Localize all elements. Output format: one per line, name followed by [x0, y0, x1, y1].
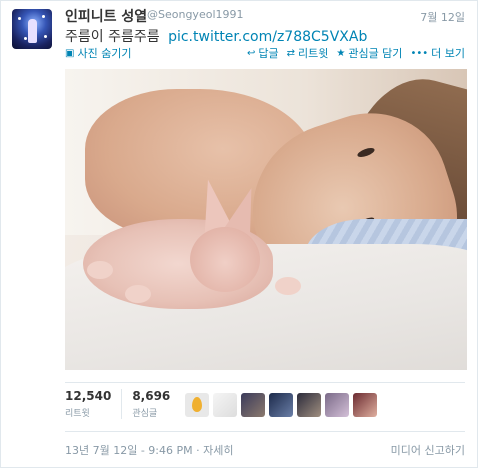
tweet-actions: ▣ 사진 숨기기 ↩ 답글 ⇄ 리트윗 ★ 관심글 담기 ••• 더 보기 — [65, 45, 465, 61]
favoriter-avatars — [185, 393, 377, 417]
avatar[interactable] — [269, 393, 293, 417]
avatar[interactable] — [185, 393, 209, 417]
timestamp[interactable]: 13년 7월 12일 - 9:46 PM — [65, 444, 193, 457]
tweet-body: 주름이 주름주름 — [65, 29, 160, 45]
avatar[interactable] — [353, 393, 377, 417]
avatar[interactable] — [12, 9, 52, 49]
divider — [65, 382, 465, 383]
star-icon: ★ — [336, 47, 346, 59]
display-name[interactable]: 인피니트 성열 — [65, 6, 147, 26]
more-button[interactable]: ••• 더 보기 — [410, 45, 465, 61]
retweet-icon: ⇄ — [286, 47, 295, 59]
photo-icon: ▣ — [65, 47, 75, 59]
details-link[interactable]: 자세히 — [203, 444, 233, 457]
meta-separator: · — [196, 444, 200, 457]
more-dots-icon: ••• — [410, 47, 429, 59]
retweets-count: 12,540 — [65, 389, 112, 403]
divider — [65, 431, 465, 432]
tweet-photo[interactable] — [65, 69, 467, 370]
favorites-count: 8,696 — [132, 389, 171, 403]
more-label: 더 보기 — [431, 47, 465, 60]
tweet-meta: 13년 7월 12일 - 9:46 PM · 자세히 — [65, 442, 234, 458]
tweet-card: 인피니트 성열 @Seongyeol1991 7월 12일 주름이 주름주름 p… — [0, 0, 478, 468]
avatar[interactable] — [325, 393, 349, 417]
avatar[interactable] — [213, 393, 237, 417]
favorites-label: 관심글 — [132, 409, 158, 419]
report-media-link[interactable]: 미디어 신고하기 — [391, 442, 465, 458]
retweets-stat[interactable]: 12,540 리트윗 — [65, 389, 123, 419]
avatar[interactable] — [241, 393, 265, 417]
favorite-button[interactable]: ★ 관심글 담기 — [336, 45, 402, 61]
user-handle[interactable]: @Seongyeol1991 — [147, 8, 244, 21]
tweet-text: 주름이 주름주름 pic.twitter.com/z788C5VXAb — [65, 26, 367, 46]
avatar[interactable] — [297, 393, 321, 417]
tweet-date[interactable]: 7월 12일 — [420, 9, 465, 25]
hide-photo-label: 사진 숨기기 — [77, 47, 132, 60]
retweets-label: 리트윗 — [65, 409, 90, 419]
retweet-button[interactable]: ⇄ 리트윗 — [287, 45, 329, 61]
media-link[interactable]: pic.twitter.com/z788C5VXAb — [168, 29, 367, 45]
favorites-stat[interactable]: 8,696 관심글 — [132, 389, 180, 419]
tweet-stats: 12,540 리트윗 8,696 관심글 — [65, 389, 190, 419]
hide-photo-button[interactable]: ▣ 사진 숨기기 — [65, 45, 132, 61]
reply-label: 답글 — [258, 47, 279, 60]
reply-button[interactable]: ↩ 답글 — [247, 45, 279, 61]
favorite-label: 관심글 담기 — [348, 47, 403, 60]
reply-icon: ↩ — [246, 47, 256, 59]
retweet-label: 리트윗 — [297, 47, 329, 60]
